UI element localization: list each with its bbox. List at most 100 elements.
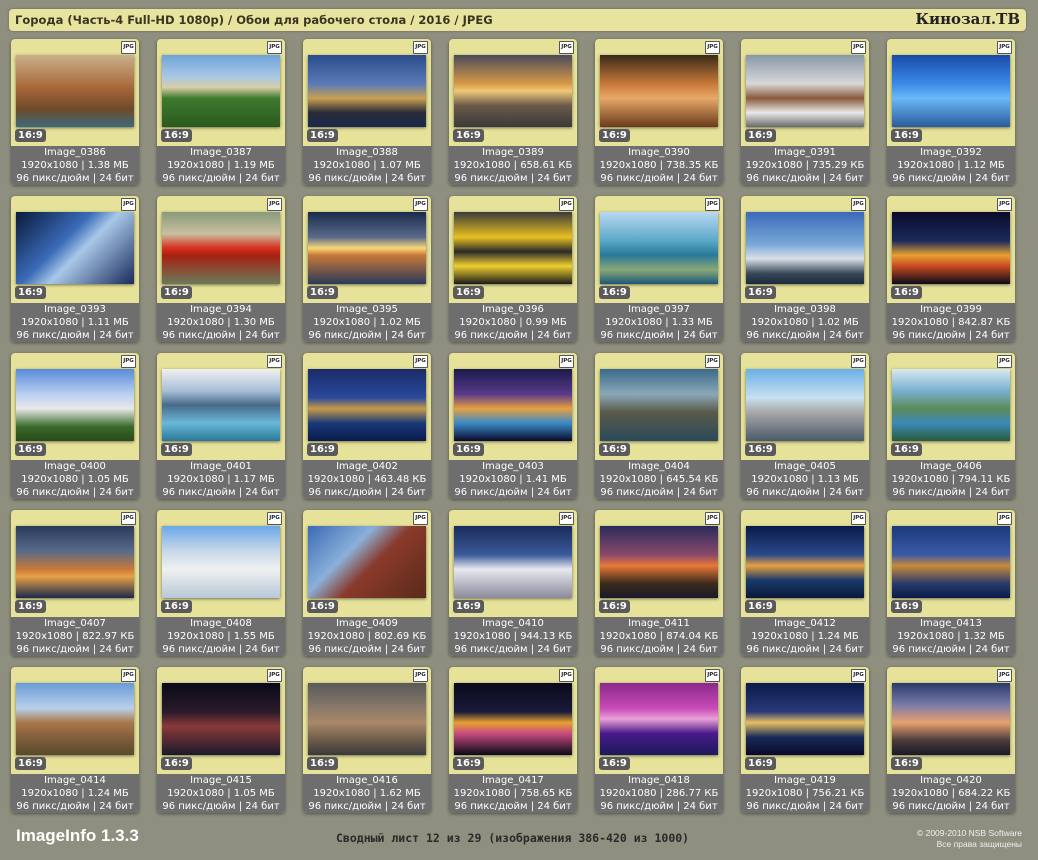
thumbnail-image[interactable]: [600, 212, 718, 284]
thumbnail-image[interactable]: [162, 683, 280, 755]
thumbnail-image[interactable]: [892, 369, 1010, 441]
thumbnail-image[interactable]: [746, 55, 864, 127]
thumbnail-image[interactable]: [16, 212, 134, 284]
thumbnail-card[interactable]: JPG 16:9 Image_0407 1920x1080 | 822.97 КБ 96…: [11, 510, 139, 656]
thumbnail-image[interactable]: [746, 369, 864, 441]
thumbnail-card[interactable]: JPG 16:9 Image_0387 1920x1080 | 1.19 МБ 96 п…: [157, 39, 285, 185]
image-name: Image_0413: [920, 618, 982, 629]
thumbnail-card[interactable]: JPG 16:9 Image_0415 1920x1080 | 1.05 МБ 96 п…: [157, 667, 285, 813]
thumbnail-image[interactable]: [454, 55, 572, 127]
image-info-panel: Image_0393 1920x1080 | 1.11 МБ 96 пикс/дюй…: [11, 303, 139, 342]
thumbnail-image[interactable]: [16, 55, 134, 127]
thumbnail-image[interactable]: [308, 212, 426, 284]
thumbnail-card[interactable]: JPG 16:9 Image_0406 1920x1080 | 794.11 КБ 96…: [887, 353, 1015, 499]
thumbnail-card[interactable]: JPG 16:9 Image_0412 1920x1080 | 1.24 МБ 96 п…: [741, 510, 869, 656]
image-dpi-depth: 96 пикс/дюйм | 24 бит: [162, 644, 280, 655]
image-dimensions-size: 1920x1080 | 463.48 КБ: [307, 474, 427, 485]
jpg-file-icon: JPG: [413, 355, 428, 368]
thumbnail-card[interactable]: JPG 16:9 Image_0399 1920x1080 | 842.87 КБ 96…: [887, 196, 1015, 342]
thumbnail-card[interactable]: JPG 16:9 Image_0402 1920x1080 | 463.48 КБ 96…: [303, 353, 431, 499]
thumbnail-card[interactable]: JPG 16:9 Image_0409 1920x1080 | 802.69 КБ 96…: [303, 510, 431, 656]
thumbnail-card[interactable]: JPG 16:9 Image_0392 1920x1080 | 1.12 МБ 96 п…: [887, 39, 1015, 185]
image-name: Image_0408: [190, 618, 252, 629]
image-dpi-depth: 96 пикс/дюйм | 24 бит: [308, 644, 426, 655]
thumbnail-card[interactable]: JPG 16:9 Image_0410 1920x1080 | 944.13 КБ 96…: [449, 510, 577, 656]
thumbnail-image[interactable]: [600, 683, 718, 755]
thumbnail-image[interactable]: [892, 55, 1010, 127]
thumbnail-image[interactable]: [308, 526, 426, 598]
thumbnail-card[interactable]: JPG 16:9 Image_0417 1920x1080 | 758.65 КБ 96…: [449, 667, 577, 813]
aspect-ratio-badge: 16:9: [453, 600, 484, 613]
aspect-ratio-badge: 16:9: [15, 757, 46, 770]
thumbnail-card[interactable]: JPG 16:9 Image_0413 1920x1080 | 1.32 МБ 96 п…: [887, 510, 1015, 656]
thumbnail-image[interactable]: [892, 526, 1010, 598]
aspect-ratio-badge: 16:9: [307, 129, 338, 142]
thumbnail-card[interactable]: JPG 16:9 Image_0416 1920x1080 | 1.62 МБ 96 п…: [303, 667, 431, 813]
image-dpi-depth: 96 пикс/дюйм | 24 бит: [454, 801, 572, 812]
thumbnail-card[interactable]: JPG 16:9 Image_0405 1920x1080 | 1.13 МБ 96 п…: [741, 353, 869, 499]
thumbnail-card[interactable]: JPG 16:9 Image_0394 1920x1080 | 1.30 МБ 96 п…: [157, 196, 285, 342]
thumbnail-image[interactable]: [454, 369, 572, 441]
thumbnail-card[interactable]: JPG 16:9 Image_0396 1920x1080 | 0.99 МБ 96 п…: [449, 196, 577, 342]
sheet-title: Города (Часть-4 Full-HD 1080p) / Обои дл…: [15, 13, 493, 27]
thumbnail-card[interactable]: JPG 16:9 Image_0408 1920x1080 | 1.55 МБ 96 п…: [157, 510, 285, 656]
thumbnail-card[interactable]: JPG 16:9 Image_0401 1920x1080 | 1.17 МБ 96 п…: [157, 353, 285, 499]
thumbnail-image[interactable]: [162, 55, 280, 127]
thumbnail-card[interactable]: JPG 16:9 Image_0395 1920x1080 | 1.02 МБ 96 п…: [303, 196, 431, 342]
thumbnail-card[interactable]: JPG 16:9 Image_0420 1920x1080 | 684.22 КБ 96…: [887, 667, 1015, 813]
image-dpi-depth: 96 пикс/дюйм | 24 бит: [308, 801, 426, 812]
thumbnail-card[interactable]: JPG 16:9 Image_0398 1920x1080 | 1.02 МБ 96 п…: [741, 196, 869, 342]
thumbnail-image[interactable]: [308, 683, 426, 755]
thumbnail-image[interactable]: [308, 369, 426, 441]
thumbnail-card[interactable]: JPG 16:9 Image_0414 1920x1080 | 1.24 МБ 96 п…: [11, 667, 139, 813]
thumbnail-image[interactable]: [454, 683, 572, 755]
thumbnail-image[interactable]: [454, 526, 572, 598]
thumbnail-card[interactable]: JPG 16:9 Image_0418 1920x1080 | 286.77 КБ 96…: [595, 667, 723, 813]
thumbnail-image[interactable]: [454, 212, 572, 284]
thumbnail-image[interactable]: [16, 683, 134, 755]
thumbnail-image[interactable]: [746, 683, 864, 755]
jpg-file-icon: JPG: [851, 41, 866, 54]
thumbnail-card[interactable]: JPG 16:9 Image_0397 1920x1080 | 1.33 МБ 96 п…: [595, 196, 723, 342]
image-dimensions-size: 1920x1080 | 658.61 КБ: [453, 160, 573, 171]
jpg-file-icon: JPG: [413, 669, 428, 682]
thumbnail-card[interactable]: JPG 16:9 Image_0419 1920x1080 | 756.21 КБ 96…: [741, 667, 869, 813]
thumbnail-image[interactable]: [162, 212, 280, 284]
thumbnail-image[interactable]: [892, 683, 1010, 755]
aspect-ratio-badge: 16:9: [891, 443, 922, 456]
jpg-file-icon: JPG: [851, 355, 866, 368]
aspect-ratio-badge: 16:9: [15, 600, 46, 613]
thumbnail-image[interactable]: [892, 212, 1010, 284]
thumbnail-image[interactable]: [600, 369, 718, 441]
image-dimensions-size: 1920x1080 | 1.33 МБ: [605, 317, 713, 328]
aspect-ratio-badge: 16:9: [307, 286, 338, 299]
thumbnail-card[interactable]: JPG 16:9 Image_0389 1920x1080 | 658.61 КБ 96…: [449, 39, 577, 185]
aspect-ratio-badge: 16:9: [161, 443, 192, 456]
image-info-panel: Image_0412 1920x1080 | 1.24 МБ 96 пикс/дюй…: [741, 617, 869, 656]
thumbnail-image[interactable]: [600, 55, 718, 127]
thumbnail-card[interactable]: JPG 16:9 Image_0403 1920x1080 | 1.41 МБ 96 п…: [449, 353, 577, 499]
aspect-ratio-badge: 16:9: [745, 443, 776, 456]
thumbnail-card[interactable]: JPG 16:9 Image_0400 1920x1080 | 1.05 МБ 96 п…: [11, 353, 139, 499]
image-dimensions-size: 1920x1080 | 758.65 КБ: [453, 788, 573, 799]
image-dimensions-size: 1920x1080 | 738.35 КБ: [599, 160, 719, 171]
thumbnail-image[interactable]: [746, 526, 864, 598]
jpg-file-icon: JPG: [559, 41, 574, 54]
thumbnail-image[interactable]: [308, 55, 426, 127]
thumbnail-card[interactable]: JPG 16:9 Image_0404 1920x1080 | 645.54 КБ 96…: [595, 353, 723, 499]
thumbnail-image[interactable]: [16, 526, 134, 598]
thumbnail-image[interactable]: [162, 369, 280, 441]
thumbnail-card[interactable]: JPG 16:9 Image_0393 1920x1080 | 1.11 МБ 96 п…: [11, 196, 139, 342]
thumbnail-card[interactable]: JPG 16:9 Image_0391 1920x1080 | 735.29 КБ 96…: [741, 39, 869, 185]
image-dimensions-size: 1920x1080 | 1.07 МБ: [313, 160, 421, 171]
image-dimensions-size: 1920x1080 | 1.11 МБ: [21, 317, 129, 328]
aspect-ratio-badge: 16:9: [307, 600, 338, 613]
thumbnail-card[interactable]: JPG 16:9 Image_0390 1920x1080 | 738.35 КБ 96…: [595, 39, 723, 185]
thumbnail-card[interactable]: JPG 16:9 Image_0388 1920x1080 | 1.07 МБ 96 п…: [303, 39, 431, 185]
thumbnail-image[interactable]: [16, 369, 134, 441]
thumbnail-card[interactable]: JPG 16:9 Image_0386 1920x1080 | 1.38 МБ 96 п…: [11, 39, 139, 185]
thumbnail-image[interactable]: [162, 526, 280, 598]
thumbnail-image[interactable]: [600, 526, 718, 598]
thumbnail-image[interactable]: [746, 212, 864, 284]
thumbnail-card[interactable]: JPG 16:9 Image_0411 1920x1080 | 874.04 КБ 96…: [595, 510, 723, 656]
